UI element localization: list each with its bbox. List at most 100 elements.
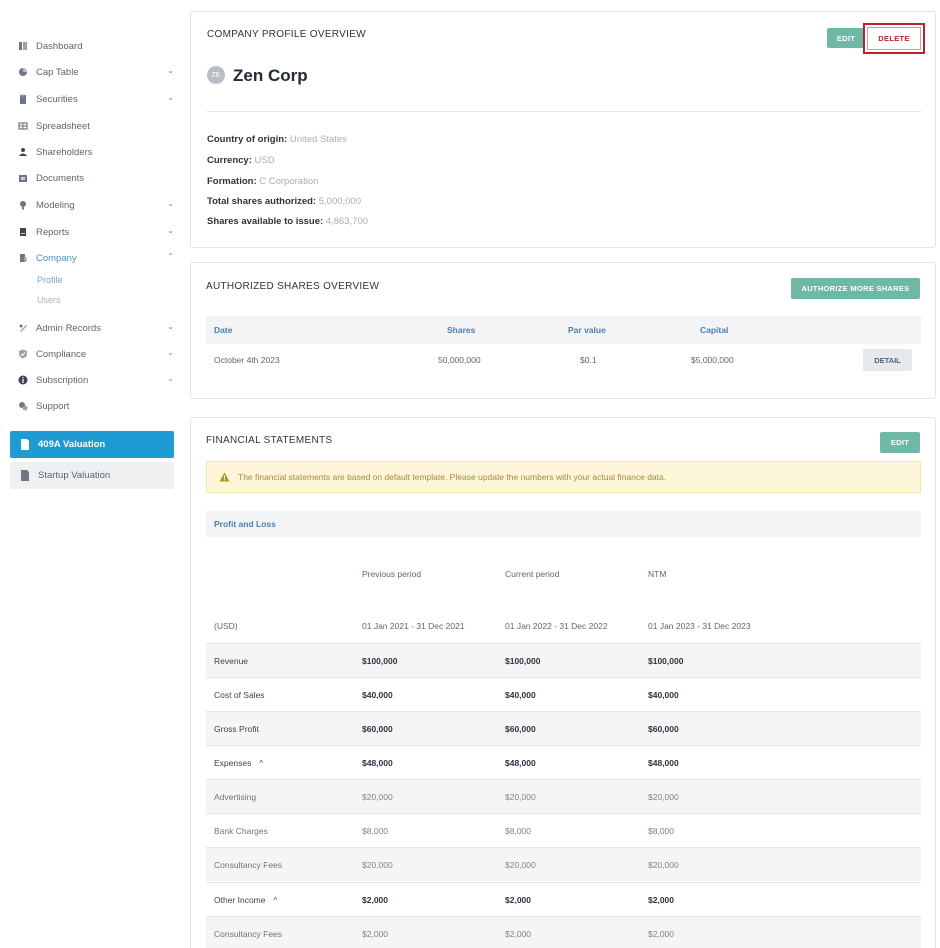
- row-value: $20,000: [505, 860, 536, 870]
- row-value: $48,000: [362, 758, 393, 768]
- row-value: $20,000: [505, 792, 536, 802]
- sidebar-item-label: Subscription: [36, 374, 89, 386]
- info-value: USD: [254, 155, 275, 166]
- table-row: Bank Charges $8,000 $8,000 $8,000: [206, 813, 921, 847]
- sidebar-subitem-users[interactable]: Users: [37, 295, 61, 305]
- cell-shares: 50,000,000: [438, 355, 481, 365]
- notice-text: The financial statements are based on de…: [238, 472, 667, 482]
- cell-capital: $5,000,000: [691, 355, 734, 365]
- period-range-ntm: 01 Jan 2023 - 31 Dec 2023: [648, 621, 751, 631]
- sidebar-item-company[interactable]: Company ⌃: [18, 249, 178, 267]
- company-profile-title: COMPANY PROFILE OVERVIEW: [207, 29, 366, 40]
- row-value: $60,000: [505, 724, 536, 734]
- authorize-more-shares-button[interactable]: AUTHORIZE MORE SHARES: [791, 278, 920, 299]
- row-value: $2,000: [505, 895, 531, 905]
- company-profile-card: COMPANY PROFILE OVERVIEW EDIT DELETE ZE …: [190, 11, 936, 248]
- row-value: $100,000: [505, 656, 541, 666]
- info-key: Formation:: [207, 176, 257, 187]
- valuation-409a-button[interactable]: 409A Valuation: [10, 431, 174, 458]
- financial-statements-title: FINANCIAL STATEMENTS: [206, 435, 333, 446]
- row-label-text: Expenses: [214, 758, 252, 768]
- expenses-row[interactable]: Expenses ^ $48,000 $48,000 $48,000: [206, 745, 921, 779]
- chevron-down-icon: ⌄: [167, 348, 174, 357]
- sidebar-item-label: Cap Table: [36, 66, 79, 78]
- warning-icon: [219, 472, 230, 482]
- document-icon: [20, 470, 30, 481]
- document-icon: [20, 439, 30, 450]
- period-header-ntm: NTM: [648, 569, 667, 579]
- table-row: Cost of Sales $40,000 $40,000 $40,000: [206, 677, 921, 711]
- sidebar-subitem-profile[interactable]: Profile: [37, 275, 63, 285]
- startup-valuation-label: Startup Valuation: [38, 470, 111, 481]
- info-key: Shares available to issue:: [207, 216, 324, 227]
- chevron-down-icon: ⌄: [167, 226, 174, 235]
- chevron-down-icon: ⌄: [167, 374, 174, 383]
- sidebar-item-reports[interactable]: Reports ⌄: [18, 223, 178, 241]
- documents-icon: [18, 173, 28, 183]
- row-value: $20,000: [362, 792, 393, 802]
- sidebar-item-label: Admin Records: [36, 322, 101, 334]
- detail-button[interactable]: DETAIL: [863, 349, 912, 371]
- row-value: $2,000: [505, 929, 531, 939]
- row-label: Bank Charges: [214, 826, 268, 836]
- sidebar-item-label: Reports: [36, 226, 70, 238]
- column-header-capital: Capital: [700, 325, 729, 335]
- sidebar-item-securities[interactable]: Securities ⌄: [18, 90, 178, 108]
- sidebar-item-label: Documents: [36, 172, 85, 184]
- chevron-up-icon[interactable]: ^: [259, 759, 263, 768]
- other-income-row[interactable]: Other Income ^ $2,000 $2,000 $2,000: [206, 882, 921, 916]
- info-total-shares: Total shares authorized: 5,000,000: [207, 196, 361, 207]
- edit-profile-button[interactable]: EDIT: [827, 28, 865, 48]
- profit-and-loss-header[interactable]: Profit and Loss: [206, 511, 921, 537]
- sidebar-item-modeling[interactable]: Modeling ⌄: [18, 196, 178, 214]
- dashboard-icon: [18, 41, 28, 51]
- cell-date: October 4th 2023: [214, 355, 280, 365]
- startup-valuation-button[interactable]: Startup Valuation: [10, 462, 174, 489]
- sidebar-item-admin-records[interactable]: Admin Records ⌄: [18, 319, 178, 337]
- row-value: $8,000: [505, 826, 531, 836]
- chevron-up-icon[interactable]: ^: [274, 896, 278, 905]
- table-row: Consultancy Fees $2,000 $2,000 $2,000: [206, 916, 921, 948]
- sidebar-item-documents[interactable]: Documents: [18, 169, 178, 187]
- sidebar-item-spreadsheet[interactable]: Spreadsheet: [18, 117, 178, 135]
- sidebar-item-compliance[interactable]: Compliance ⌄: [18, 345, 178, 363]
- chevron-up-icon: ⌃: [167, 252, 174, 261]
- delete-label: DELETE: [867, 27, 921, 50]
- row-value: $20,000: [362, 860, 393, 870]
- report-icon: [18, 227, 28, 237]
- info-value: 5,000,000: [318, 196, 361, 207]
- row-value: $20,000: [648, 860, 679, 870]
- table-row: Gross Profit $60,000 $60,000 $60,000: [206, 711, 921, 745]
- financial-statements-card: FINANCIAL STATEMENTS EDIT The financial …: [190, 417, 936, 948]
- chevron-down-icon: ⌄: [167, 322, 174, 331]
- sidebar-item-cap-table[interactable]: Cap Table ⌄: [18, 63, 178, 81]
- cell-par-value: $0.1: [580, 355, 597, 365]
- sidebar-item-label: Support: [36, 400, 70, 412]
- row-value: $40,000: [648, 690, 679, 700]
- chevron-down-icon: ⌄: [167, 199, 174, 208]
- lightbulb-icon: [18, 200, 28, 210]
- delete-company-button[interactable]: DELETE: [863, 23, 925, 54]
- sidebar-item-shareholders[interactable]: Shareholders: [18, 143, 178, 161]
- pie-chart-icon: [18, 67, 28, 77]
- sidebar-item-label: Dashboard: [36, 40, 83, 52]
- period-range-current: 01 Jan 2022 - 31 Dec 2022: [505, 621, 608, 631]
- sidebar-item-dashboard[interactable]: Dashboard: [18, 37, 178, 55]
- row-value: $100,000: [648, 656, 684, 666]
- row-value: $60,000: [648, 724, 679, 734]
- row-value: $20,000: [648, 792, 679, 802]
- period-range-previous: 01 Jan 2021 - 31 Dec 2021: [362, 621, 465, 631]
- edit-financials-button[interactable]: EDIT: [880, 432, 920, 453]
- info-value: C Corporation: [259, 176, 319, 187]
- sidebar-item-support[interactable]: Support: [18, 397, 178, 415]
- info-key: Total shares authorized:: [207, 196, 317, 207]
- sidebar-item-subscription[interactable]: Subscription ⌄: [18, 371, 178, 389]
- authorized-shares-title: AUTHORIZED SHARES OVERVIEW: [206, 281, 380, 292]
- chevron-down-icon: ⌄: [167, 66, 174, 75]
- divider: [207, 111, 921, 112]
- row-value: $8,000: [362, 826, 388, 836]
- table-header: Date Shares Par value Capital: [206, 316, 921, 344]
- info-value: 4,863,700: [325, 216, 369, 227]
- row-value: $48,000: [648, 758, 679, 768]
- column-header-shares: Shares: [447, 325, 476, 335]
